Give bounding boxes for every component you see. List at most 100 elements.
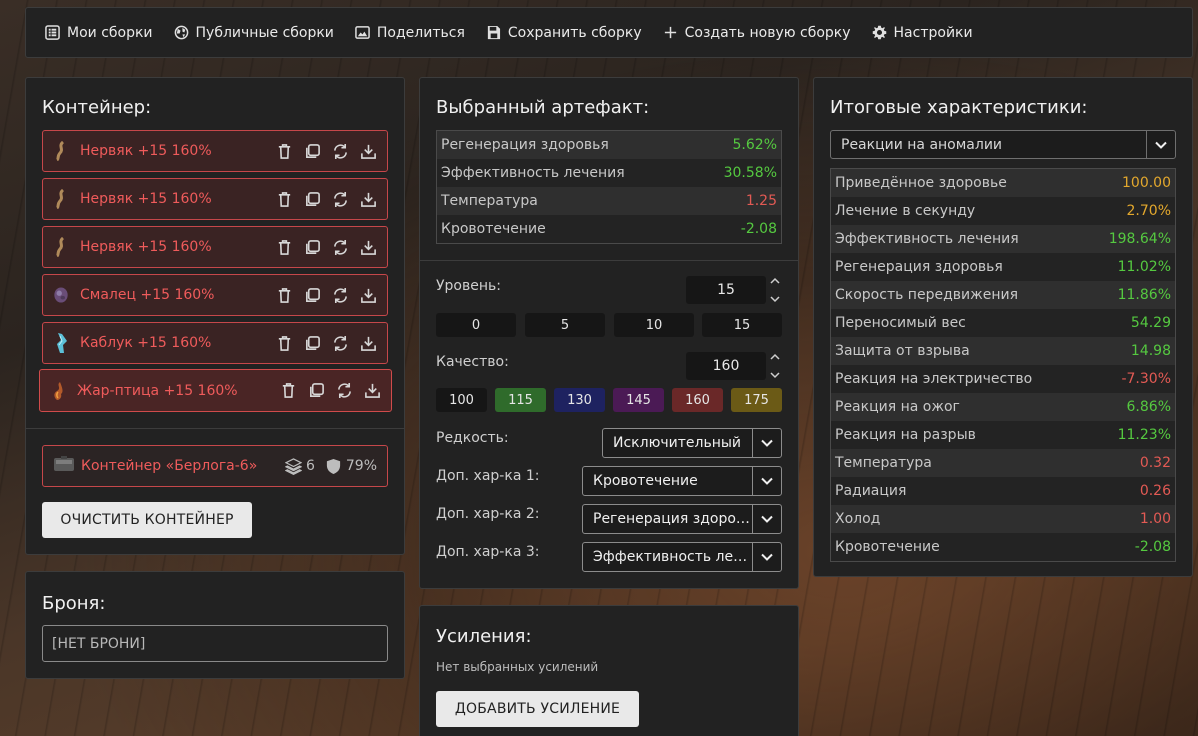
rarity-select-value: Исключительный: [613, 435, 742, 451]
trash-icon[interactable]: [276, 191, 293, 208]
trash-icon[interactable]: [276, 287, 293, 304]
container-item-row-selected[interactable]: Жар-птица +15 160%: [39, 369, 392, 412]
copy-icon[interactable]: [304, 335, 321, 352]
rarity-select[interactable]: Исключительный: [602, 428, 782, 458]
boosts-title: Усиления:: [436, 626, 532, 647]
level-preset-button[interactable]: 10: [614, 313, 694, 337]
chevron-down-icon[interactable]: [770, 295, 780, 303]
container-slots-value: 6: [305, 458, 315, 474]
container-selector[interactable]: Контейнер «Берлога-6» 6 79%: [42, 445, 388, 487]
container-item-row[interactable]: Нервяк +15 160%: [42, 130, 388, 172]
extra-stat-2-select[interactable]: Регенерация здоровья: [582, 504, 782, 534]
chevron-up-icon[interactable]: [770, 353, 780, 361]
swap-icon[interactable]: [332, 287, 349, 304]
nav-my-builds[interactable]: Мои сборки: [45, 25, 153, 41]
download-icon[interactable]: [360, 287, 377, 304]
level-preset-button[interactable]: 0: [436, 313, 516, 337]
nav-create-build[interactable]: Создать новую сборку: [663, 25, 851, 41]
boosts-panel: Усиления: Нет выбранных усилений ДОБАВИТ…: [419, 605, 799, 736]
extra-stat-3-select[interactable]: Эффективность лечения: [582, 542, 782, 572]
download-icon[interactable]: [360, 335, 377, 352]
quality-preset-button[interactable]: 100: [436, 388, 487, 412]
total-stat-label: Приведённое здоровье: [835, 175, 1007, 191]
totals-filter-select[interactable]: Реакции на аномалии: [830, 130, 1176, 159]
total-stat-label: Радиация: [835, 483, 907, 499]
nav-settings[interactable]: Настройки: [872, 25, 973, 41]
container-panel: Контейнер: Нервяк +15 160% Нервяк +15 16…: [25, 77, 405, 555]
container-item-row[interactable]: Нервяк +15 160%: [42, 226, 388, 268]
copy-icon[interactable]: [304, 239, 321, 256]
level-stepper[interactable]: [770, 277, 780, 303]
level-preset-button[interactable]: 15: [702, 313, 782, 337]
nav-save-build-label: Сохранить сборку: [507, 24, 642, 41]
copy-icon[interactable]: [308, 382, 325, 399]
quality-stepper[interactable]: [770, 353, 780, 379]
trash-icon[interactable]: [280, 382, 297, 399]
quality-input[interactable]: 160: [686, 352, 766, 380]
chevron-up-icon[interactable]: [770, 277, 780, 285]
swap-icon[interactable]: [336, 382, 353, 399]
quality-preset-button[interactable]: 130: [554, 388, 605, 412]
layers-icon: [284, 457, 302, 475]
nervyak-artifact-icon: [53, 189, 69, 209]
extra-stat-1-label: Доп. хар-ка 1:: [436, 468, 540, 484]
container-item-name: Каблук +15 160%: [80, 335, 212, 351]
trash-icon[interactable]: [276, 239, 293, 256]
total-stat-row: Реакция на разрыв 11.23%: [831, 421, 1175, 449]
extra-stat-3-label: Доп. хар-ка 3:: [436, 544, 540, 560]
swap-icon[interactable]: [332, 191, 349, 208]
swap-icon[interactable]: [332, 239, 349, 256]
boosts-empty-text: Нет выбранных усилений: [436, 660, 599, 674]
stat-row: Регенерация здоровья 5.62%: [437, 131, 781, 159]
floppy-disk-icon: [487, 25, 500, 40]
nervyak-artifact-icon: [53, 141, 69, 161]
swap-icon[interactable]: [332, 335, 349, 352]
copy-icon[interactable]: [304, 191, 321, 208]
nav-save-build[interactable]: Сохранить сборку: [486, 25, 642, 41]
clear-container-button[interactable]: ОЧИСТИТЬ КОНТЕЙНЕР: [42, 502, 252, 538]
shield-icon: [326, 458, 340, 474]
total-stat-value: 1.00: [1139, 511, 1171, 527]
nav-share[interactable]: Поделиться: [355, 25, 465, 41]
totals-title: Итоговые характеристики:: [830, 97, 1088, 118]
armor-selector[interactable]: [НЕТ БРОНИ]: [42, 625, 388, 662]
total-stat-label: Лечение в секунду: [835, 203, 976, 219]
swap-icon[interactable]: [332, 143, 349, 160]
total-stat-value: 100.00: [1122, 175, 1171, 191]
nav-create-build-label: Создать новую сборку: [684, 24, 851, 41]
copy-icon[interactable]: [304, 287, 321, 304]
stat-value: 1.25: [745, 193, 777, 209]
quality-preset-button[interactable]: 160: [672, 388, 723, 412]
add-boost-button[interactable]: ДОБАВИТЬ УСИЛЕНИЕ: [436, 691, 639, 727]
total-stat-label: Реакция на ожог: [835, 399, 960, 415]
extra-stat-2-label: Доп. хар-ка 2:: [436, 506, 540, 522]
quality-preset-button[interactable]: 145: [613, 388, 664, 412]
container-item-row[interactable]: Нервяк +15 160%: [42, 178, 388, 220]
stat-row: Кровотечение -2.08: [437, 215, 781, 243]
container-item-name: Нервяк +15 160%: [80, 143, 212, 159]
copy-icon[interactable]: [304, 143, 321, 160]
container-item-name: Нервяк +15 160%: [80, 191, 212, 207]
extra-stat-1-select[interactable]: Кровотечение: [582, 466, 782, 496]
level-label: Уровень:: [436, 278, 501, 294]
gear-icon: [872, 25, 886, 40]
download-icon[interactable]: [360, 143, 377, 160]
rarity-label: Редкость:: [436, 430, 509, 446]
container-item-name: Жар-птица +15 160%: [77, 382, 238, 399]
download-icon[interactable]: [360, 191, 377, 208]
total-stat-value: -7.30%: [1121, 371, 1171, 387]
container-item-row[interactable]: Каблук +15 160%: [42, 322, 388, 364]
trash-icon[interactable]: [276, 143, 293, 160]
chevron-down-icon[interactable]: [770, 371, 780, 379]
container-item-row[interactable]: Смалец +15 160%: [42, 274, 388, 316]
level-preset-button[interactable]: 5: [525, 313, 605, 337]
extra-stat-3-value: Эффективность лечения: [593, 549, 752, 565]
download-icon[interactable]: [364, 382, 381, 399]
level-input[interactable]: 15: [686, 276, 766, 304]
quality-preset-button[interactable]: 175: [731, 388, 782, 412]
trash-icon[interactable]: [276, 335, 293, 352]
extra-stat-2-value: Регенерация здоровья: [593, 511, 752, 527]
quality-preset-button[interactable]: 115: [495, 388, 546, 412]
nav-public-builds[interactable]: Публичные сборки: [174, 25, 334, 41]
download-icon[interactable]: [360, 239, 377, 256]
